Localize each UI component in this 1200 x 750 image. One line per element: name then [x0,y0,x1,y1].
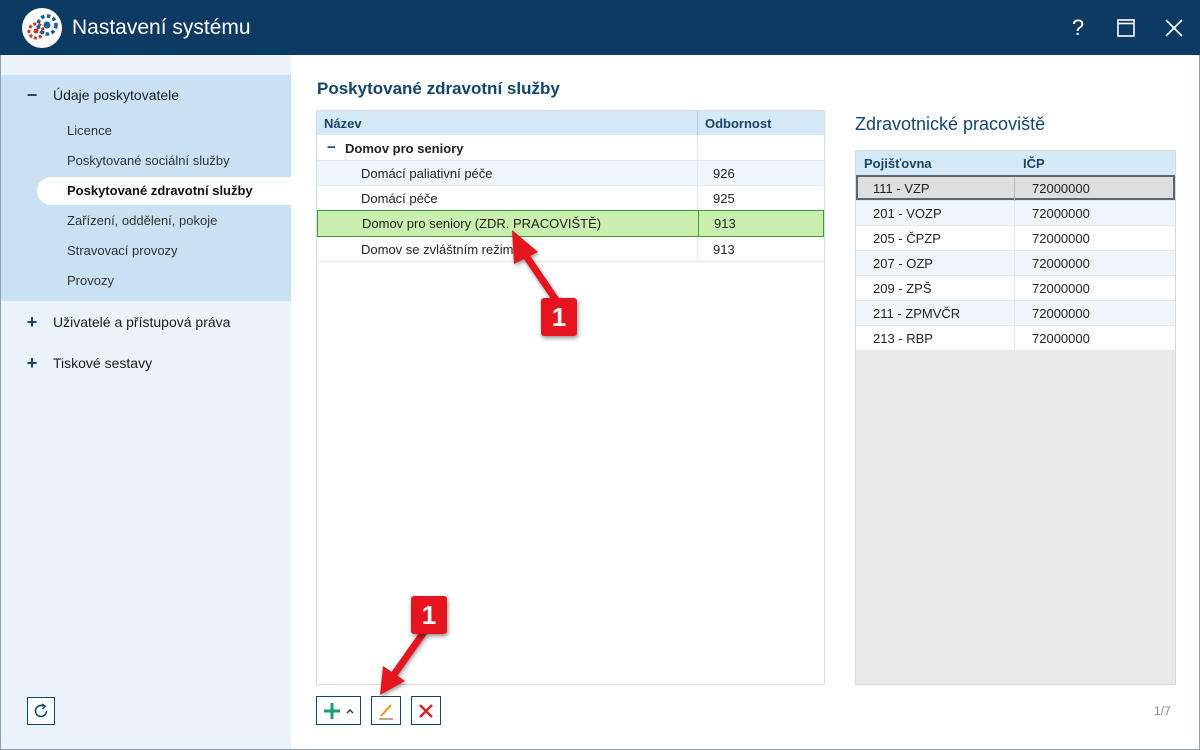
table-row[interactable]: Domácí péče 925 [317,186,824,211]
maximize-icon [1117,19,1135,37]
column-header-specialty[interactable]: Odbornost [705,116,771,131]
icp-cell: 72000000 [1032,331,1090,346]
expand-icon: + [26,312,38,332]
table-row[interactable]: 201 - VOZP 72000000 [856,201,1175,226]
page-indicator: 1/7 [1154,704,1171,718]
icp-cell: 72000000 [1032,231,1090,246]
services-grid-header: Název Odbornost [317,111,824,135]
services-grid: Název Odbornost − Domov pro seniory Domá… [316,110,825,685]
sidebar-group-users[interactable]: + Uživatelé a přístupová práva [1,302,291,342]
insurer-cell: 111 - VZP [873,181,930,196]
column-header-insurer[interactable]: Pojišťovna [864,156,932,171]
page-title: Poskytované zdravotní služby [317,79,560,98]
column-header-icp[interactable]: IČP [1023,156,1045,171]
sidebar-group-reports[interactable]: + Tiskové sestavy [1,343,291,383]
group-row[interactable]: − Domov pro seniory [317,136,824,161]
collapse-icon: − [26,85,38,105]
refresh-icon [34,703,48,718]
service-name: Domov pro seniory (ZDR. PRACOVIŠTĚ) [362,216,602,231]
edit-button[interactable] [371,696,401,725]
column-header-name[interactable]: Název [324,116,362,131]
table-row[interactable]: 205 - ČPZP 72000000 [856,226,1175,251]
workplace-title: Zdravotnické pracoviště [855,114,1046,134]
close-button[interactable] [1158,12,1190,44]
sidebar-item-licence[interactable]: Licence [37,117,291,145]
insurer-cell: 207 - OZP [873,256,933,271]
collapse-icon[interactable]: − [327,139,336,156]
table-row-selected[interactable]: 111 - VZP 72000000 [856,175,1175,202]
caret-up-icon[interactable] [345,706,355,716]
add-button[interactable] [316,696,361,725]
sidebar-group-label: Údaje poskytovatele [53,87,180,103]
table-row-selected[interactable]: Domov pro seniory (ZDR. PRACOVIŠTĚ) 913 [317,210,824,237]
gears-icon [22,8,62,48]
icp-cell: 72000000 [1032,181,1090,196]
service-code: 913 [714,216,736,231]
plus-icon [323,702,340,719]
table-row[interactable]: Domov se zvláštním režimem 913 [317,237,824,262]
service-name: Domácí paliativní péče [361,166,493,181]
sidebar-item-health-services[interactable]: Poskytované zdravotní služby [37,177,291,205]
service-name: Domácí péče [361,191,438,206]
annotation-callout: 1 [411,596,447,634]
service-code: 926 [713,166,735,181]
close-icon [1165,19,1183,37]
service-name: Domov se zvláštním režimem [361,242,532,257]
sidebar-item-operations[interactable]: Provozy [37,267,291,295]
sidebar-item-facilities[interactable]: Zařízení, oddělení, pokoje [37,207,291,235]
delete-x-icon [419,703,433,718]
workplace-grid: Pojišťovna IČP 111 - VZP 72000000 201 - … [855,150,1176,685]
icp-cell: 72000000 [1032,281,1090,296]
table-row[interactable]: 207 - OZP 72000000 [856,251,1175,276]
sidebar-group-label: Uživatelé a přístupová práva [53,314,231,330]
sidebar-group-provider: − Údaje poskytovatele Licence Poskytovan… [1,75,291,301]
sidebar: − Údaje poskytovatele Licence Poskytovan… [1,55,291,749]
insurer-cell: 209 - ZPŠ [873,281,932,296]
icp-cell: 72000000 [1032,206,1090,221]
annotation-callout: 1 [541,298,577,336]
table-row[interactable]: 213 - RBP 72000000 [856,326,1175,351]
insurer-cell: 205 - ČPZP [873,231,941,246]
insurer-cell: 201 - VOZP [873,206,942,221]
maximize-button[interactable] [1110,12,1142,44]
insurer-cell: 213 - RBP [873,331,933,346]
help-icon: ? [1071,15,1085,40]
sidebar-item-social-services[interactable]: Poskytované sociální služby [37,147,291,175]
insurer-cell: 211 - ZPMVČR [873,306,961,321]
icp-cell: 72000000 [1032,306,1090,321]
table-row[interactable]: 209 - ZPŠ 72000000 [856,276,1175,301]
sidebar-group-label: Tiskové sestavy [53,355,153,371]
service-code: 913 [713,242,735,257]
group-row-label: Domov pro seniory [345,141,464,156]
workplace-grid-header: Pojišťovna IČP [856,151,1175,175]
pencil-icon [379,703,393,720]
table-row[interactable]: Domácí paliativní péče 926 [317,161,824,186]
sidebar-group-header-provider[interactable]: − Údaje poskytovatele [1,75,291,115]
expand-icon: + [26,353,38,373]
table-row[interactable]: 211 - ZPMVČR 72000000 [856,301,1175,326]
icp-cell: 72000000 [1032,256,1090,271]
refresh-button[interactable] [27,697,55,725]
help-button[interactable]: ? [1062,12,1094,44]
service-code: 925 [713,191,735,206]
sidebar-item-catering[interactable]: Stravovací provozy [37,237,291,265]
delete-button[interactable] [411,696,441,725]
title-bar: Nastavení systému ? [0,0,1200,55]
window-title: Nastavení systému [72,16,251,39]
